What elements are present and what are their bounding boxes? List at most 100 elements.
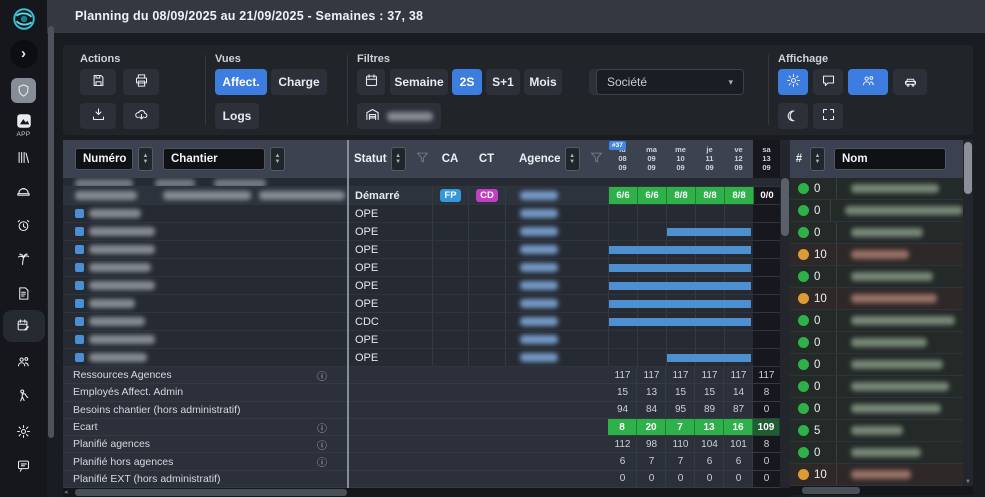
resource-row[interactable]: 0 xyxy=(790,310,963,332)
info-icon[interactable]: ⓘ xyxy=(317,437,327,452)
numero-sort-stepper[interactable]: ▲▼ xyxy=(138,147,153,171)
table-row[interactable]: OPE xyxy=(63,259,780,277)
table-row[interactable]: DémarréFPCD6/66/68/88/88/80/0 xyxy=(63,187,780,205)
export-button[interactable] xyxy=(123,103,159,129)
table-vertical-scrollbar[interactable] xyxy=(780,140,790,488)
calendar-filter-button[interactable] xyxy=(357,69,385,95)
resource-row[interactable]: 0 xyxy=(790,178,963,200)
statut-filter-icon[interactable] xyxy=(415,150,430,168)
resource-row[interactable]: 5 xyxy=(790,420,963,442)
summary-rows: Ressources Agencesⓘ117117117117117117Emp… xyxy=(63,367,780,488)
gantt-bar[interactable] xyxy=(667,354,751,362)
resource-row[interactable]: 0 xyxy=(790,398,963,420)
import-button[interactable] xyxy=(80,103,116,129)
resources-horizontal-scrollbar[interactable] xyxy=(790,486,973,495)
resource-row[interactable]: 0 xyxy=(790,222,963,244)
print-button[interactable] xyxy=(123,69,159,95)
agence-sort-stepper[interactable]: ▲▼ xyxy=(565,147,580,171)
table-row[interactable]: CDC xyxy=(63,313,780,331)
resource-row[interactable]: 0 xyxy=(790,354,963,376)
chantier-marker-icon xyxy=(75,263,84,272)
table-row[interactable]: OPE xyxy=(63,349,780,367)
sidebar-item-gear[interactable] xyxy=(0,424,47,439)
table-row[interactable]: OPE xyxy=(63,295,780,313)
info-icon[interactable]: ⓘ xyxy=(317,368,327,383)
vue-logs-button[interactable]: Logs xyxy=(215,103,259,129)
table-horizontal-scrollbar[interactable]: ◂ xyxy=(63,488,790,497)
fullscreen-button[interactable] xyxy=(813,103,843,129)
gantt-bar[interactable] xyxy=(609,264,751,272)
gantt-bar[interactable] xyxy=(609,282,751,290)
filter-s1-button[interactable]: S+1 xyxy=(486,69,520,95)
chantier-filter-input[interactable]: Chantier xyxy=(163,148,265,170)
table-row[interactable]: OPE xyxy=(63,223,780,241)
count-sort-stepper[interactable]: ▲▼ xyxy=(810,147,825,171)
sidebar-item-palm[interactable] xyxy=(0,252,47,267)
resource-row[interactable]: 10 xyxy=(790,288,963,310)
resource-row[interactable]: 0 xyxy=(790,266,963,288)
chantier-sort-stepper[interactable]: ▲▼ xyxy=(270,147,285,171)
sidebar-item-invoice[interactable] xyxy=(0,286,47,301)
filter-2s-button[interactable]: 2S xyxy=(452,69,482,95)
dark-mode-button[interactable]: ☾ xyxy=(778,103,808,129)
summary-label-text: Planifié EXT (hors administratif) xyxy=(73,473,220,485)
save-button[interactable] xyxy=(80,69,116,95)
toggle-vehicles-button[interactable] xyxy=(893,69,927,95)
resource-row[interactable]: 0 xyxy=(790,200,963,222)
sidebar-item-hardhat[interactable] xyxy=(0,184,47,199)
ca-cell xyxy=(432,259,468,276)
sidebar-item-chat[interactable] xyxy=(0,458,47,473)
gantt-bar[interactable] xyxy=(609,246,751,254)
resource-row[interactable]: 10 xyxy=(790,464,963,486)
resource-row[interactable]: 0 xyxy=(790,442,963,464)
summary-value: 0 xyxy=(753,471,780,487)
sidebar-item-logo[interactable] xyxy=(0,6,47,32)
sidebar-item-alarm[interactable] xyxy=(0,218,47,233)
chantier-marker-icon xyxy=(75,209,84,218)
agency-filter-chip[interactable] xyxy=(357,103,441,129)
sidebar-item-chevron-right[interactable]: › xyxy=(0,40,47,68)
summary-label: Ressources Agencesⓘ xyxy=(63,367,347,383)
sidebar-item-planning[interactable] xyxy=(0,318,47,333)
sidebar-item-shield[interactable] xyxy=(0,78,47,103)
numero-filter-input[interactable]: Numéro xyxy=(75,148,133,170)
vue-charge-button[interactable]: Charge xyxy=(271,69,327,95)
sidebar-scrollbar[interactable] xyxy=(48,26,54,438)
statut-sort-stepper[interactable]: ▲▼ xyxy=(391,147,406,171)
summary-value: 7 xyxy=(666,453,695,469)
filter-mois-button[interactable]: Mois xyxy=(524,69,562,95)
agence-filter-icon[interactable] xyxy=(589,150,604,168)
sidebar-item-library[interactable] xyxy=(0,150,47,165)
resource-row[interactable]: 0 xyxy=(790,332,963,354)
toggle-settings-button[interactable] xyxy=(778,69,808,95)
sidebar-item-app[interactable]: APP xyxy=(0,112,47,138)
summary-value: 0 xyxy=(695,471,724,487)
vue-affect-button[interactable]: Affect. xyxy=(215,69,267,95)
blurred-numero xyxy=(89,263,151,272)
table-row[interactable]: OPE xyxy=(63,241,780,259)
logo-icon xyxy=(11,6,37,32)
day-columns-header: #37 lu0809ma0909me1009je1109ve1209sa1309 xyxy=(608,140,780,178)
sidebar-item-team[interactable] xyxy=(0,354,47,369)
info-icon[interactable]: ⓘ xyxy=(317,420,327,435)
actions-section-label: Actions xyxy=(80,53,120,65)
table-row[interactable]: OPE xyxy=(63,277,780,295)
toggle-team-button[interactable] xyxy=(848,69,888,95)
filter-semaine-button[interactable]: Semaine xyxy=(390,69,448,95)
table-row[interactable]: OPE xyxy=(63,205,780,223)
resource-row[interactable]: 10 xyxy=(790,244,963,266)
table-row[interactable]: OPE xyxy=(63,331,780,349)
resources-vertical-scrollbar[interactable]: ▼ xyxy=(963,140,973,486)
societe-select[interactable]: Société▾ xyxy=(596,69,744,95)
cloud-download-icon xyxy=(134,107,149,125)
nom-cell xyxy=(836,420,963,441)
nom-filter-input[interactable]: Nom xyxy=(834,148,946,170)
toggle-comments-button[interactable] xyxy=(813,69,843,95)
gantt-bar[interactable] xyxy=(667,228,751,236)
resource-row[interactable]: 0 xyxy=(790,376,963,398)
gantt-bar[interactable] xyxy=(609,318,751,326)
ct-cell xyxy=(468,331,505,348)
sidebar-item-worker[interactable] xyxy=(0,388,47,403)
gantt-bar[interactable] xyxy=(609,300,751,308)
info-icon[interactable]: ⓘ xyxy=(317,454,327,469)
